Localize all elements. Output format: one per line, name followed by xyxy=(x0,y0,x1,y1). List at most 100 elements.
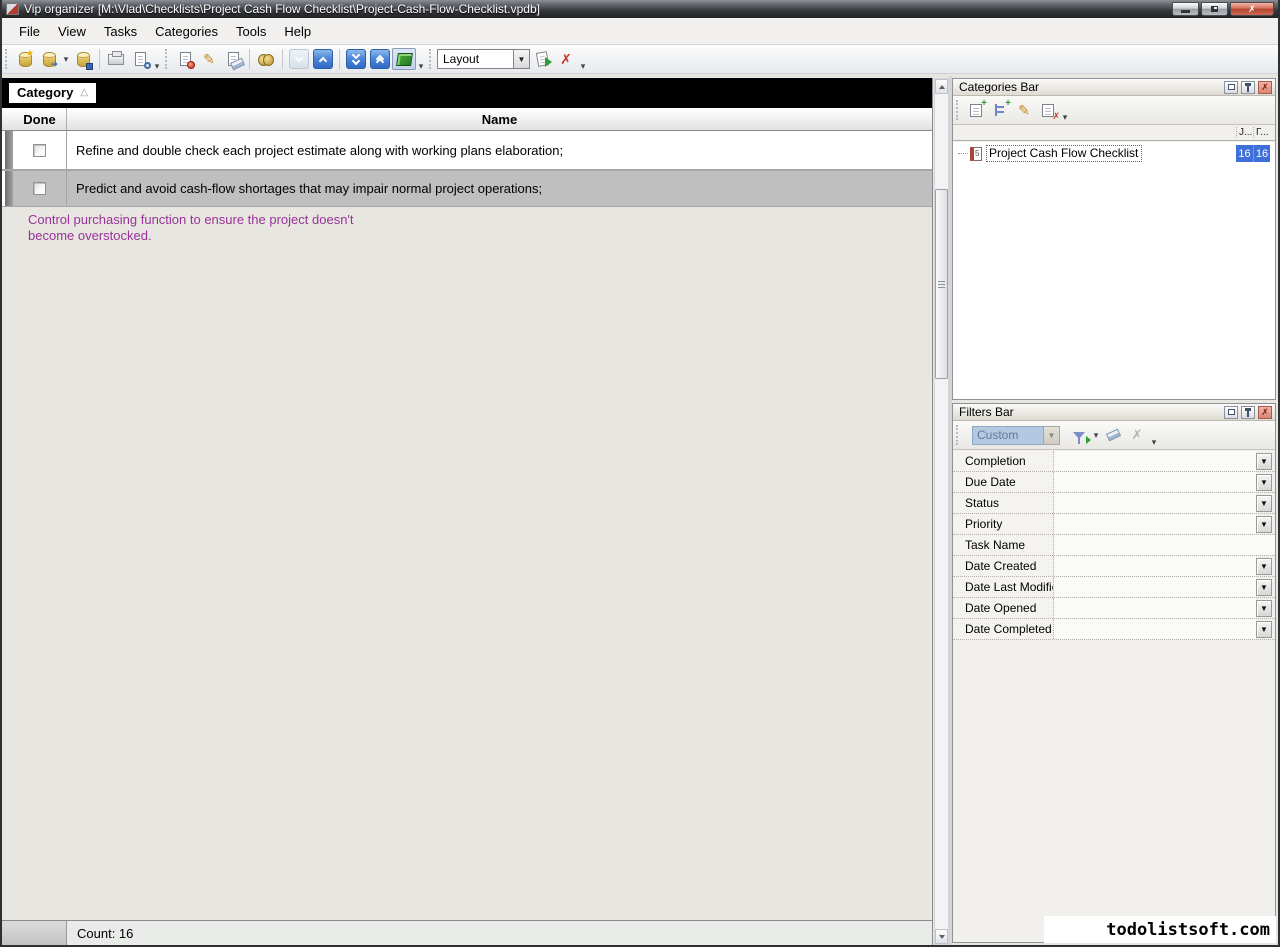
filter-value-field[interactable] xyxy=(1054,493,1256,513)
task-row[interactable]: Refine and double check each project est… xyxy=(2,131,932,170)
filter-row: Completion▼ xyxy=(953,451,1275,472)
layout-select-value[interactable]: Layout xyxy=(437,49,513,69)
categories-count-column-2[interactable]: Г... xyxy=(1253,127,1270,138)
toolbar-grip[interactable] xyxy=(956,100,961,120)
move-up-icon[interactable] xyxy=(311,48,335,70)
open-database-icon[interactable]: ➔ xyxy=(37,48,61,70)
row-indicator-header xyxy=(2,108,13,130)
print-icon[interactable] xyxy=(104,48,128,70)
main-toolbar: ★ ➔ ▾ ▾ ✎ ▾ Layout ▼ ✗ ▾ xyxy=(2,45,1278,74)
expand-all-icon[interactable] xyxy=(344,48,368,70)
print-preview-icon[interactable] xyxy=(128,48,152,70)
filters-toolbar-dropdown-icon[interactable]: ▾ xyxy=(1149,437,1159,448)
menu-item-file[interactable]: File xyxy=(10,20,49,43)
filter-value-field[interactable] xyxy=(1054,577,1256,597)
view-layout-icon[interactable] xyxy=(392,48,416,70)
filter-dropdown-button[interactable]: ▼ xyxy=(1256,495,1272,512)
toolbar-grip[interactable] xyxy=(5,49,10,69)
layout-dropdown-icon[interactable]: ▾ xyxy=(578,61,588,72)
filters-close-button[interactable]: ✗ xyxy=(1258,406,1272,419)
apply-filter-icon[interactable] xyxy=(1067,425,1091,445)
filter-dropdown-button[interactable]: ▼ xyxy=(1256,516,1272,533)
filter-row: Date Last Modifie▼ xyxy=(953,577,1275,598)
filter-preset-dropdown-icon[interactable]: ▼ xyxy=(1044,426,1060,445)
menu-item-help[interactable]: Help xyxy=(275,20,320,43)
layout-select-dropdown-icon[interactable]: ▼ xyxy=(513,49,530,69)
filters-restore-button[interactable] xyxy=(1224,406,1238,419)
new-database-icon[interactable]: ★ xyxy=(13,48,37,70)
done-checkbox[interactable] xyxy=(33,144,46,157)
move-down-icon[interactable] xyxy=(287,48,311,70)
close-button[interactable]: ✗ xyxy=(1230,2,1274,16)
vertical-scrollbar[interactable] xyxy=(934,78,949,945)
note-row: Control purchasing function to ensure th… xyxy=(2,502,932,503)
filter-dropdown-button[interactable]: ▼ xyxy=(1256,600,1272,617)
filter-value-field[interactable] xyxy=(1054,598,1256,618)
category-item-label[interactable]: Project Cash Flow Checklist xyxy=(986,145,1142,162)
category-tree-item[interactable]: Project Cash Flow Checklist 16 16 xyxy=(953,144,1275,163)
categories-close-button[interactable]: ✗ xyxy=(1258,81,1272,94)
minimize-icon xyxy=(1181,10,1190,13)
filter-value-field[interactable] xyxy=(1054,619,1256,639)
menu-item-categories[interactable]: Categories xyxy=(146,20,227,43)
toolbar-grip[interactable] xyxy=(429,49,434,69)
print-dropdown-icon[interactable]: ▾ xyxy=(152,61,162,72)
filter-value-field[interactable] xyxy=(1054,514,1256,534)
done-checkbox[interactable] xyxy=(33,182,46,195)
filter-dropdown-button[interactable]: ▼ xyxy=(1256,474,1272,491)
categories-restore-button[interactable] xyxy=(1224,81,1238,94)
filter-value-field[interactable] xyxy=(1054,535,1275,555)
clear-filter-icon[interactable] xyxy=(1101,425,1125,445)
scrollbar-thumb[interactable] xyxy=(935,189,948,379)
categories-pin-button[interactable] xyxy=(1241,81,1255,94)
restore-button[interactable] xyxy=(1201,2,1228,16)
layout-select[interactable]: Layout ▼ xyxy=(437,49,530,69)
task-row[interactable]: Predict and avoid cash-flow shortages th… xyxy=(2,171,932,207)
filter-label: Status xyxy=(953,493,1054,513)
toolbar-grip[interactable] xyxy=(165,49,170,69)
add-subcategory-icon[interactable]: + xyxy=(988,100,1012,120)
column-header-done[interactable]: Done xyxy=(13,108,67,130)
filter-value-field[interactable] xyxy=(1054,556,1256,576)
filter-value-field[interactable] xyxy=(1054,472,1256,492)
scroll-down-button[interactable] xyxy=(935,929,948,944)
menu-item-tasks[interactable]: Tasks xyxy=(95,20,146,43)
filter-dropdown-button[interactable]: ▼ xyxy=(1256,621,1272,638)
add-task-icon[interactable] xyxy=(173,48,197,70)
filter-row: Task Name xyxy=(953,535,1275,556)
minimize-button[interactable] xyxy=(1172,2,1199,16)
find-icon[interactable] xyxy=(254,48,278,70)
filter-dropdown-button[interactable]: ▼ xyxy=(1256,579,1272,596)
scrollbar-grip-icon xyxy=(938,281,945,288)
add-category-icon[interactable]: + xyxy=(964,100,988,120)
count-label: Count: 16 xyxy=(67,921,133,945)
view-dropdown-icon[interactable]: ▾ xyxy=(416,61,426,72)
open-database-dropdown-icon[interactable]: ▾ xyxy=(61,54,71,65)
delete-filter-icon[interactable]: ✗ xyxy=(1125,425,1149,445)
category-group-header[interactable]: Category △ xyxy=(9,83,96,103)
apply-filter-dropdown-icon[interactable]: ▾ xyxy=(1091,430,1101,441)
menu-item-tools[interactable]: Tools xyxy=(227,20,275,43)
filters-pin-button[interactable] xyxy=(1241,406,1255,419)
delete-layout-icon[interactable]: ✗ xyxy=(554,48,578,70)
apply-layout-icon[interactable] xyxy=(530,48,554,70)
scroll-up-button[interactable] xyxy=(935,79,948,94)
categories-count-column-1[interactable]: J... xyxy=(1236,127,1253,138)
categories-toolbar-dropdown-icon[interactable]: ▾ xyxy=(1060,112,1070,123)
save-database-icon[interactable] xyxy=(71,48,95,70)
menu-item-view[interactable]: View xyxy=(49,20,95,43)
column-header-name[interactable]: Name xyxy=(67,108,932,130)
filter-preset-value[interactable]: Custom xyxy=(972,426,1044,445)
filter-label: Priority xyxy=(953,514,1054,534)
edit-task-icon[interactable]: ✎ xyxy=(197,48,221,70)
delete-task-icon[interactable] xyxy=(221,48,245,70)
filter-value-field[interactable] xyxy=(1054,451,1256,471)
scroll-down-icon xyxy=(939,935,945,939)
delete-category-icon[interactable]: ✗ xyxy=(1036,100,1060,120)
toolbar-grip[interactable] xyxy=(956,425,961,445)
filter-dropdown-button[interactable]: ▼ xyxy=(1256,558,1272,575)
edit-category-icon[interactable]: ✎ xyxy=(1012,100,1036,120)
filter-preset-select[interactable]: Custom ▼ xyxy=(972,426,1060,445)
filter-dropdown-button[interactable]: ▼ xyxy=(1256,453,1272,470)
collapse-all-icon[interactable] xyxy=(368,48,392,70)
